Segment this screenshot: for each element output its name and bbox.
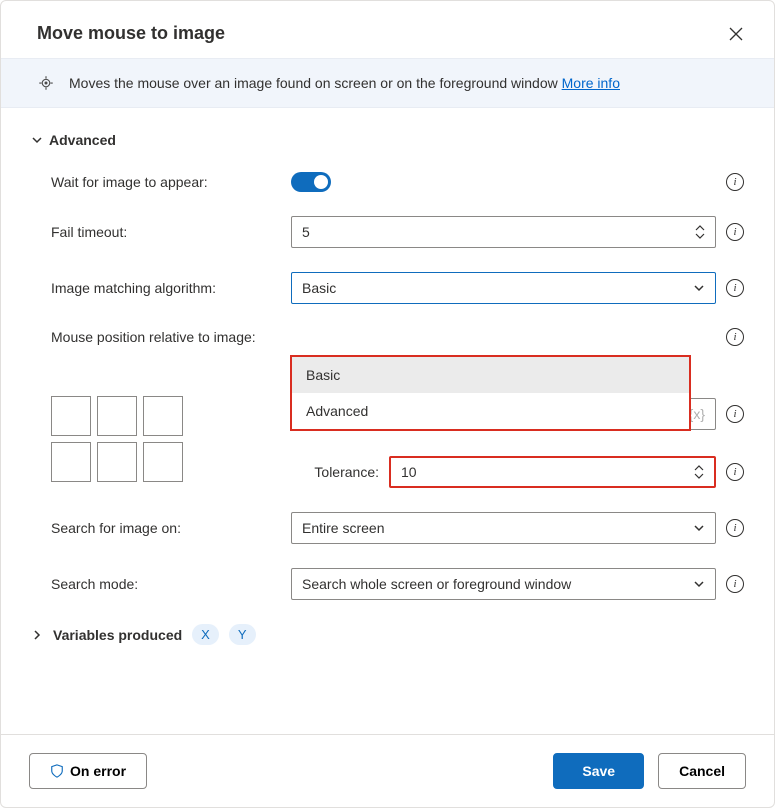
mouse-move-icon <box>37 74 55 92</box>
search-mode-value: Search whole screen or foreground window <box>302 576 571 592</box>
pos-cell[interactable] <box>51 396 91 436</box>
chevron-down-icon <box>693 522 705 534</box>
chevron-down-icon <box>695 233 705 239</box>
chevron-down-icon <box>693 282 705 294</box>
chevron-down-icon <box>31 134 43 146</box>
pos-cell[interactable] <box>97 396 137 436</box>
info-icon[interactable]: i <box>726 405 744 423</box>
close-button[interactable] <box>726 24 746 44</box>
dropdown-item-advanced[interactable]: Advanced <box>292 393 689 429</box>
dialog-footer: On error Save Cancel <box>1 734 774 807</box>
save-button[interactable]: Save <box>553 753 644 789</box>
tolerance-label: Tolerance: <box>291 464 379 480</box>
chevron-down-icon <box>694 473 704 479</box>
variable-placeholder: {x} <box>689 406 705 422</box>
more-info-link[interactable]: More info <box>562 75 620 91</box>
info-icon[interactable]: i <box>726 575 744 593</box>
chevron-up-icon <box>695 225 705 231</box>
pos-cell[interactable] <box>51 442 91 482</box>
close-icon <box>728 26 744 42</box>
dialog-move-mouse: Move mouse to image Moves the mouse over… <box>0 0 775 808</box>
pos-cell[interactable] <box>143 442 183 482</box>
info-icon[interactable]: i <box>726 463 744 481</box>
algorithm-value: Basic <box>302 280 336 296</box>
info-icon[interactable]: i <box>726 279 744 297</box>
row-search-mode: Search mode: Search whole screen or fore… <box>1 568 774 600</box>
chevron-up-icon <box>694 465 704 471</box>
dialog-header: Move mouse to image <box>1 1 774 58</box>
row-wait-for-image: Wait for image to appear: i <box>1 172 774 192</box>
info-banner: Moves the mouse over an image found on s… <box>1 58 774 108</box>
banner-text-wrap: Moves the mouse over an image found on s… <box>69 75 620 91</box>
variables-label: Variables produced <box>53 627 182 643</box>
row-fail-timeout: Fail timeout: 5 i <box>1 216 774 248</box>
advanced-label: Advanced <box>49 132 116 148</box>
tolerance-value: 10 <box>401 464 417 480</box>
dropdown-item-basic[interactable]: Basic <box>292 357 689 393</box>
info-icon[interactable]: i <box>726 223 744 241</box>
row-position: Mouse position relative to image: i <box>1 328 774 346</box>
variables-section-toggle[interactable]: Variables produced X Y <box>1 624 774 645</box>
advanced-section-toggle[interactable]: Advanced <box>1 132 774 148</box>
wait-label: Wait for image to appear: <box>51 174 291 190</box>
search-on-label: Search for image on: <box>51 520 291 536</box>
search-on-select[interactable]: Entire screen <box>291 512 716 544</box>
pos-cell[interactable] <box>97 442 137 482</box>
dialog-title: Move mouse to image <box>37 23 225 44</box>
algorithm-select[interactable]: Basic <box>291 272 716 304</box>
shield-icon <box>50 764 64 778</box>
row-tolerance: Tolerance: 10 i <box>291 456 744 488</box>
position-grid <box>51 396 291 482</box>
variable-x-chip[interactable]: X <box>192 624 219 645</box>
search-on-value: Entire screen <box>302 520 384 536</box>
timeout-spinner[interactable] <box>695 225 705 239</box>
search-mode-label: Search mode: <box>51 576 291 592</box>
position-label: Mouse position relative to image: <box>51 329 291 345</box>
on-error-label: On error <box>70 763 126 779</box>
wait-toggle[interactable] <box>291 172 331 192</box>
row-algorithm: Image matching algorithm: Basic i <box>1 272 774 304</box>
chevron-down-icon <box>693 578 705 590</box>
timeout-input[interactable]: 5 <box>291 216 716 248</box>
chevron-right-icon <box>31 629 43 641</box>
cancel-button[interactable]: Cancel <box>658 753 746 789</box>
timeout-value: 5 <box>302 224 310 240</box>
pos-cell[interactable] <box>143 396 183 436</box>
tolerance-spinner[interactable] <box>694 465 704 479</box>
algorithm-dropdown: Basic Advanced <box>290 355 691 431</box>
timeout-label: Fail timeout: <box>51 224 291 240</box>
info-icon[interactable]: i <box>726 519 744 537</box>
row-search-on: Search for image on: Entire screen i <box>1 512 774 544</box>
algorithm-label: Image matching algorithm: <box>51 280 291 296</box>
info-icon[interactable]: i <box>726 173 744 191</box>
variable-y-chip[interactable]: Y <box>229 624 256 645</box>
on-error-button[interactable]: On error <box>29 753 147 789</box>
info-icon[interactable]: i <box>726 328 744 346</box>
search-mode-select[interactable]: Search whole screen or foreground window <box>291 568 716 600</box>
tolerance-input[interactable]: 10 <box>389 456 716 488</box>
banner-text: Moves the mouse over an image found on s… <box>69 75 562 91</box>
